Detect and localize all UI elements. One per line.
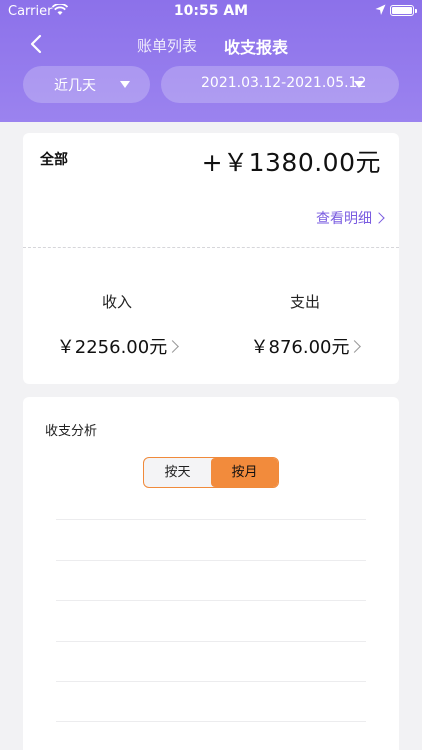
analysis-card: 收支分析 按天 按月 (23, 397, 399, 750)
date-range-dropdown[interactable]: 2021.03.12-2021.05.12 (161, 66, 399, 103)
status-bar: Carrier 10:55 AM (0, 0, 422, 24)
period-toggle: 按天 按月 (143, 457, 279, 488)
analysis-title: 收支分析 (45, 424, 98, 439)
range-preset-label: 近几天 (54, 78, 96, 94)
caret-down-icon (354, 81, 364, 88)
summary-card: 全部 +￥1380.00元 查看明细 收入 ￥2256.00元 支出 ￥876.… (23, 133, 399, 384)
nav-bar: 账单列表 收支报表 (0, 28, 422, 60)
view-details-link[interactable]: 查看明细 (316, 208, 385, 228)
income-value: ￥2256.00元 (56, 337, 168, 358)
chart-gridline (56, 641, 366, 642)
dashed-divider (23, 247, 399, 248)
caret-down-icon (120, 81, 130, 88)
chevron-right-icon (348, 340, 362, 353)
toggle-by-month[interactable]: 按月 (211, 458, 278, 487)
chart-gridline (56, 560, 366, 561)
tab-bill-list[interactable]: 账单列表 (137, 35, 197, 56)
expense-label: 支出 (289, 293, 320, 311)
range-preset-dropdown[interactable]: 近几天 (23, 66, 150, 103)
tab-report[interactable]: 收支报表 (224, 34, 288, 58)
location-arrow-icon (375, 4, 386, 15)
chart-gridline (56, 721, 366, 722)
chevron-right-icon (373, 212, 385, 224)
date-range-label: 2021.03.12-2021.05.12 (201, 75, 367, 91)
chart-gridline (56, 519, 366, 520)
chart-gridline (56, 600, 366, 601)
income-summary[interactable]: 收入 ￥2256.00元 (23, 291, 211, 359)
battery-icon (390, 5, 417, 16)
header-bar: Carrier 10:55 AM 账单列表 收支报表 近几天 2021.03.1… (0, 0, 422, 122)
chevron-right-icon (166, 340, 180, 353)
chart-gridline (56, 681, 366, 682)
income-label: 收入 (101, 293, 132, 311)
expense-value: ￥876.00元 (250, 337, 350, 358)
toggle-by-day[interactable]: 按天 (144, 458, 211, 487)
expense-summary[interactable]: 支出 ￥876.00元 (211, 291, 399, 359)
view-details-label: 查看明细 (316, 211, 372, 227)
total-label: 全部 (40, 152, 68, 168)
clock: 10:55 AM (173, 3, 249, 19)
total-value: +￥1380.00元 (201, 148, 381, 177)
back-arrow-icon[interactable] (26, 32, 46, 56)
